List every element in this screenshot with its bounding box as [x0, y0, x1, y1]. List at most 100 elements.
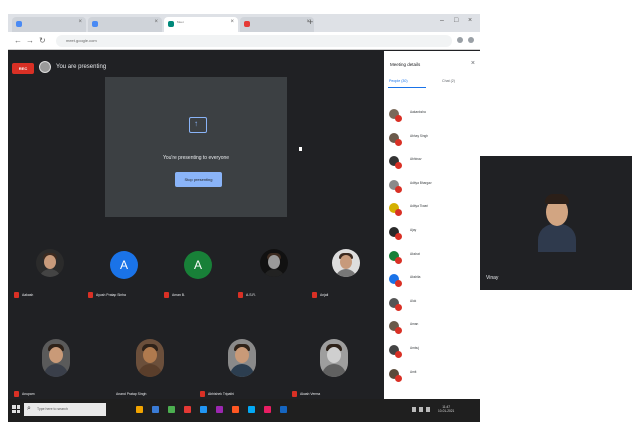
avatar	[320, 339, 348, 377]
system-clock[interactable]: 11:47 10-01-2021	[438, 405, 454, 413]
mic-off-icon	[312, 292, 317, 298]
avatar: A	[184, 251, 212, 279]
taskbar-app-icon[interactable]	[232, 406, 239, 413]
window-close-icon[interactable]: ×	[468, 17, 472, 24]
mic-off-icon	[164, 292, 169, 298]
reload-icon[interactable]: ↻	[39, 36, 46, 45]
stop-presenting-button[interactable]: Stop presenting	[175, 172, 222, 187]
back-icon[interactable]: ←	[14, 36, 22, 45]
participant-tile[interactable]: Anand Pratap Singh	[108, 319, 194, 399]
participant-list-item[interactable]: Abhinav	[389, 154, 475, 174]
participant-name: Aman	[410, 322, 419, 327]
meet-favicon-icon	[168, 21, 174, 27]
taskbar-app-icon[interactable]	[264, 406, 271, 413]
taskbar-app-icon[interactable]	[248, 406, 255, 413]
windows-taskbar: ⌕ Type here to search 11:47 10-01-2021	[8, 399, 480, 422]
volume-icon[interactable]	[419, 407, 423, 412]
taskbar-search-input[interactable]: ⌕ Type here to search	[24, 403, 106, 416]
taskbar-app-icon[interactable]	[184, 406, 191, 413]
taskbar-app-icon[interactable]	[136, 406, 143, 413]
tab-people[interactable]: People (30)	[389, 79, 408, 83]
close-icon[interactable]: ×	[78, 19, 82, 25]
avatar	[36, 249, 64, 277]
address-bar: ← → ↻ meet.google.com	[8, 32, 480, 50]
screen: × × Meet × × + – □ × ← → ↻ meet.google.c…	[0, 0, 632, 428]
mic-off-icon	[395, 185, 402, 193]
self-view-video	[538, 192, 576, 252]
participant-name: Anupam	[22, 392, 35, 396]
participant-tile[interactable]: Akash Verma	[292, 319, 378, 399]
meet-stage: REC You are presenting ↑ You're presenti…	[8, 51, 384, 399]
mic-off-icon	[395, 280, 402, 288]
participant-list-item[interactable]: Aman	[389, 319, 475, 339]
clock-date: 10-01-2021	[438, 409, 455, 413]
taskbar-app-icon[interactable]	[152, 406, 159, 413]
tab-favicon-icon	[92, 21, 98, 27]
participant-tile[interactable]: A.S.R.	[238, 231, 306, 301]
maximize-icon[interactable]: □	[454, 17, 458, 24]
participant-list-item[interactable]: Akshita	[389, 272, 475, 292]
participant-tile[interactable]: Anupam	[14, 319, 100, 399]
avatar: A	[110, 251, 138, 279]
browser-tab[interactable]: ×	[12, 17, 86, 32]
windows-start-icon[interactable]	[12, 405, 20, 413]
browser-tab-active[interactable]: Meet ×	[164, 17, 238, 32]
participant-name: Aakash	[22, 293, 34, 297]
participant-name: Aakanksha	[410, 110, 426, 114]
new-tab-icon[interactable]: +	[308, 18, 313, 27]
close-icon[interactable]: ×	[230, 19, 234, 25]
mic-off-icon	[88, 292, 93, 298]
browser-tab[interactable]: ×	[88, 17, 162, 32]
mic-off-icon	[395, 209, 402, 217]
avatar	[136, 339, 164, 377]
mic-off-icon	[395, 138, 402, 146]
participant-list-item[interactable]: Alok	[389, 296, 475, 316]
participant-name: Ayush Pratap Sinha	[96, 293, 126, 297]
active-tab-indicator	[388, 87, 426, 88]
present-screen-icon: ↑	[189, 117, 207, 133]
participant-list-item[interactable]: Aakanksha	[389, 107, 475, 127]
participant-list-item[interactable]: Amit	[389, 367, 475, 387]
close-icon[interactable]: ×	[154, 19, 158, 25]
mic-off-icon	[200, 391, 205, 397]
tab-chat[interactable]: Chat (2)	[442, 79, 455, 83]
extension-icon[interactable]	[457, 37, 463, 43]
participant-name: Amit	[410, 369, 417, 374]
browser-tab[interactable]: ×	[240, 17, 314, 32]
battery-icon[interactable]	[426, 407, 430, 412]
avatar	[260, 249, 288, 277]
participant-tile[interactable]: Aakash	[14, 231, 82, 301]
participant-list-item[interactable]: Aditya Bhargav	[389, 178, 475, 198]
mic-off-icon	[395, 162, 402, 170]
search-icon: ⌕	[27, 405, 31, 412]
participant-tile[interactable]: A Aman B.	[164, 231, 232, 301]
participant-tile[interactable]: Anjali	[312, 231, 380, 301]
participant-name: Anand Pratap Singh	[116, 392, 147, 396]
minimize-icon[interactable]: –	[440, 17, 444, 24]
taskbar-app-icon[interactable]	[168, 406, 175, 413]
url-text: meet.google.com	[66, 38, 97, 43]
network-icon[interactable]	[412, 407, 416, 412]
participant-name: Aditya Bhargav	[410, 180, 432, 185]
profile-icon[interactable]	[468, 37, 474, 43]
taskbar-app-icon[interactable]	[280, 406, 287, 413]
mouse-cursor	[299, 147, 302, 151]
participant-list-item[interactable]: Abhay Singh	[389, 131, 475, 151]
taskbar-app-icon[interactable]	[200, 406, 207, 413]
participant-list-item[interactable]: Ajay	[389, 225, 475, 245]
participant-tile[interactable]: Abhishek Tripathi	[200, 319, 286, 399]
forward-icon[interactable]: →	[26, 36, 34, 45]
participant-tile[interactable]: A Ayush Pratap Sinha	[88, 231, 156, 301]
participant-name: Ajay	[410, 228, 417, 232]
url-input[interactable]: meet.google.com	[56, 35, 452, 47]
taskbar-app-icon[interactable]	[216, 406, 223, 413]
mic-off-icon	[14, 292, 19, 298]
participant-list-item[interactable]: Ambuj	[389, 343, 475, 363]
close-icon[interactable]: ×	[471, 60, 475, 67]
participant-list-item[interactable]: Akshat	[389, 249, 475, 269]
mic-off-icon	[395, 303, 402, 311]
participant-name: Ambuj	[410, 346, 420, 350]
participant-list-item[interactable]: Aditya Tiwari	[389, 201, 475, 221]
self-view-name: Vinay	[486, 275, 499, 281]
panel-title: Meeting details	[390, 62, 421, 67]
